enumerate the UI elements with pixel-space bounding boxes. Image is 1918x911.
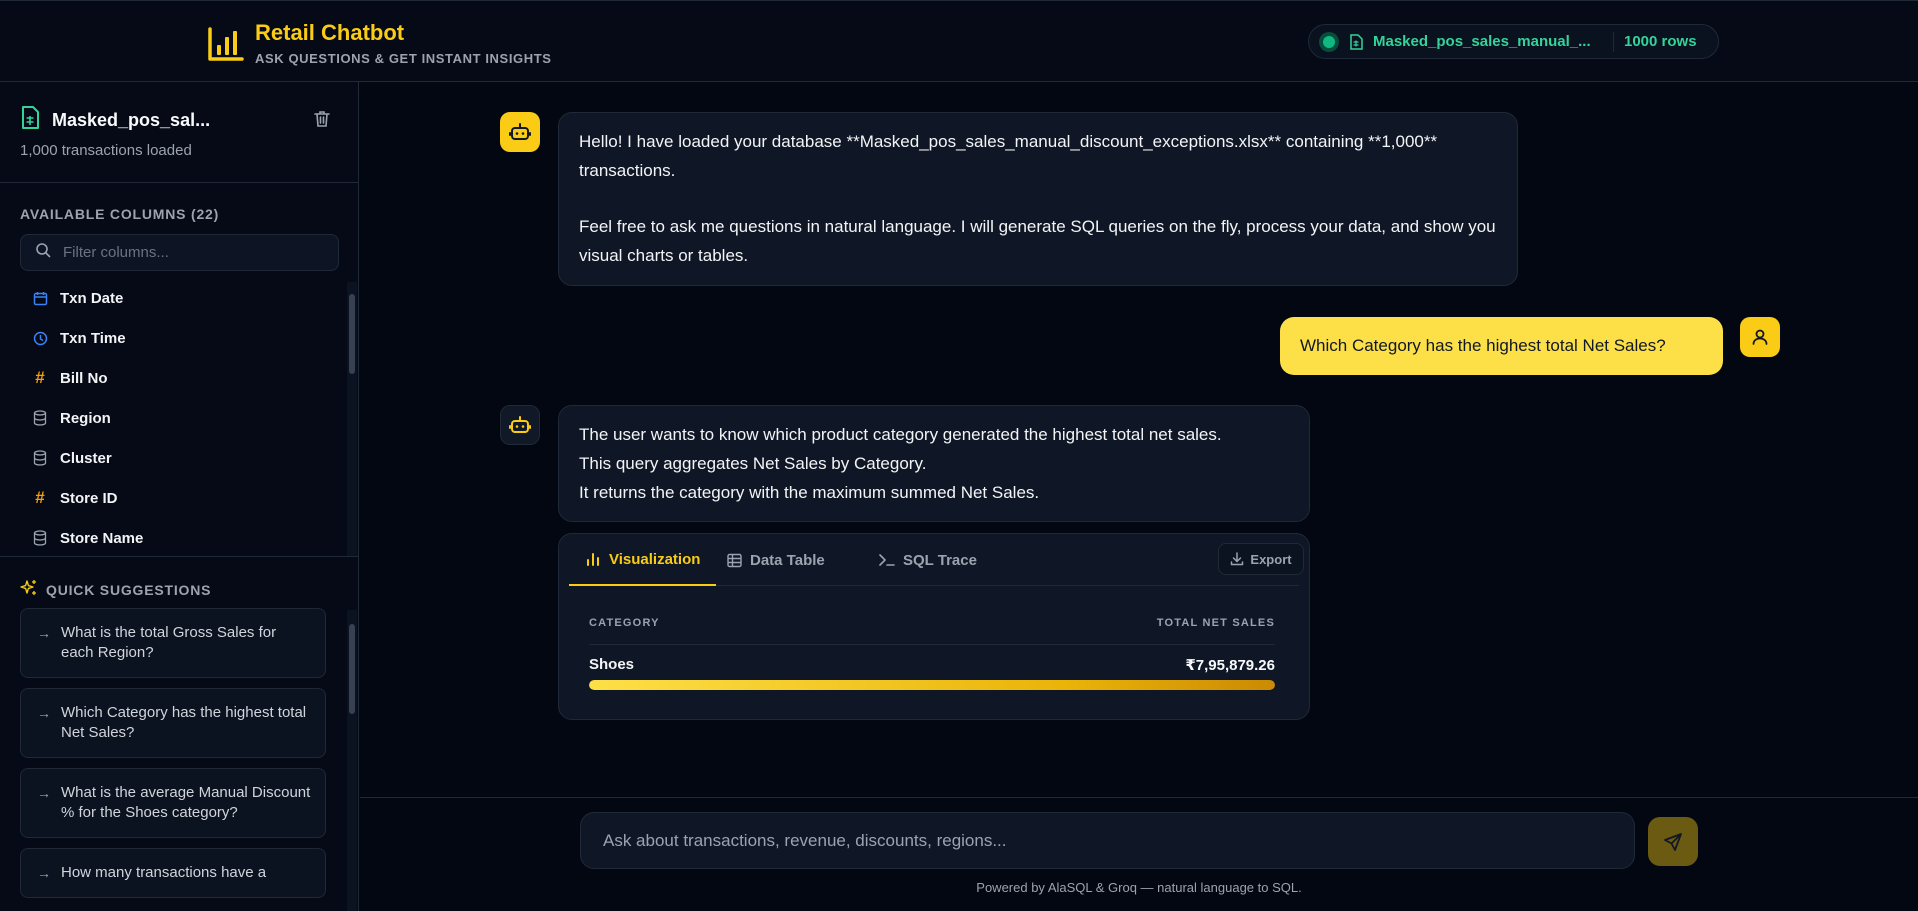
search-icon — [35, 242, 51, 263]
arrow-right-icon: → — [37, 705, 51, 721]
calendar-icon — [32, 291, 48, 306]
column-item[interactable]: # Store ID — [20, 478, 340, 518]
sparkles-icon — [20, 579, 38, 600]
app-subtitle: ASK QUESTIONS & GET INSTANT INSIGHTS — [255, 51, 552, 66]
result-card: Visualization Data Table SQL Trace Expor… — [558, 533, 1310, 720]
sidebar: Masked_pos_sal... 1,000 transactions loa… — [0, 82, 359, 911]
chart-logo-icon — [208, 27, 244, 61]
column-label: Store Name — [60, 529, 144, 547]
send-button[interactable] — [1648, 817, 1698, 866]
bot-icon — [509, 416, 531, 433]
app-title: Retail Chatbot — [255, 20, 405, 45]
suggestions-scrollbar[interactable] — [347, 610, 357, 911]
bot-welcome-message: Hello! I have loaded your database **Mas… — [558, 112, 1518, 286]
column-label: Store ID — [60, 489, 118, 507]
category-label: Shoes — [589, 656, 635, 673]
chat-input[interactable] — [601, 829, 1601, 852]
column-item[interactable]: Store Name — [20, 518, 340, 548]
app-header: Retail Chatbot ASK QUESTIONS & GET INSTA… — [0, 0, 1918, 82]
columns-scrollbar[interactable] — [347, 282, 357, 556]
divider — [0, 556, 359, 557]
spreadsheet-file-icon — [1349, 33, 1363, 50]
database-icon — [32, 450, 48, 466]
filter-columns-input[interactable] — [61, 243, 321, 262]
divider — [0, 182, 359, 183]
column-label: Cluster — [60, 449, 112, 467]
divider — [360, 797, 1918, 798]
column-list: Txn Date Txn Time # Bill No Region Clust… — [20, 278, 340, 548]
user-avatar — [1740, 317, 1780, 357]
clock-icon — [32, 331, 48, 346]
status-dot-icon — [1323, 35, 1335, 48]
tab-visualization[interactable]: Visualization — [569, 534, 717, 586]
arrow-right-icon: → — [37, 785, 51, 801]
column-header-total-net-sales: TOTAL NET SALES — [1156, 617, 1275, 629]
suggestions-list: → What is the total Gross Sales for each… — [20, 608, 326, 911]
arrow-right-icon: → — [37, 625, 51, 641]
database-name: Masked_pos_sales_manual_... — [1373, 33, 1591, 50]
loaded-file: Masked_pos_sal... — [20, 106, 210, 135]
database-status-pill[interactable]: Masked_pos_sales_manual_... 1000 rows — [1308, 24, 1719, 59]
transactions-loaded: 1,000 transactions loaded — [20, 142, 192, 159]
column-header-category: CATEGORY — [589, 617, 660, 629]
divider — [1613, 31, 1614, 52]
user-message: Which Category has the highest total Net… — [1280, 317, 1723, 375]
spreadsheet-file-icon — [20, 106, 40, 135]
hash-icon: # — [35, 368, 45, 387]
hash-icon: # — [35, 488, 45, 507]
download-icon — [1230, 552, 1244, 566]
file-name: Masked_pos_sal... — [52, 110, 211, 130]
suggestion-button[interactable]: → What is the total Gross Sales for each… — [20, 608, 326, 678]
row-count: 1000 rows — [1624, 33, 1697, 50]
scrollbar-thumb[interactable] — [349, 294, 355, 374]
net-sales-value: ₹7,95,879.26 — [1185, 657, 1275, 674]
database-icon — [32, 530, 48, 546]
column-label: Bill No — [60, 369, 108, 387]
column-item[interactable]: Cluster — [20, 438, 340, 478]
suggestion-button[interactable]: → Which Category has the highest total N… — [20, 688, 326, 758]
column-label: Txn Time — [60, 329, 126, 347]
user-icon — [1752, 329, 1768, 345]
export-button[interactable]: Export — [1218, 543, 1304, 575]
divider — [589, 644, 1275, 645]
trash-icon[interactable] — [312, 109, 332, 134]
database-icon — [32, 410, 48, 426]
column-item[interactable]: Region — [20, 398, 340, 438]
table-icon — [727, 553, 742, 568]
footer-text: Powered by AlaSQL & Groq — natural langu… — [976, 880, 1302, 895]
column-label: Region — [60, 409, 111, 427]
send-icon — [1664, 832, 1682, 851]
chat-input-box[interactable] — [580, 812, 1635, 869]
bot-icon — [509, 123, 531, 140]
net-sales-bar — [589, 680, 1275, 690]
bar-chart-icon — [585, 551, 601, 567]
bot-answer-message: The user wants to know which product cat… — [558, 405, 1310, 522]
net-sales-bar-track — [589, 680, 1275, 690]
tab-data-table[interactable]: Data Table — [727, 534, 825, 586]
filter-columns-field[interactable] — [20, 234, 339, 271]
columns-heading: AVAILABLE COLUMNS (22) — [20, 206, 220, 222]
column-item[interactable]: Txn Date — [20, 278, 340, 318]
terminal-icon — [879, 553, 895, 567]
bot-avatar — [500, 112, 540, 152]
scrollbar-thumb[interactable] — [349, 624, 355, 714]
column-item[interactable]: Txn Time — [20, 318, 340, 358]
column-label: Txn Date — [60, 289, 124, 307]
bot-avatar — [500, 405, 540, 445]
result-tabs: Visualization Data Table SQL Trace Expor… — [569, 534, 1304, 586]
arrow-right-icon: → — [37, 865, 51, 881]
suggestion-button[interactable]: → What is the average Manual Discount % … — [20, 768, 326, 838]
column-item[interactable]: # Bill No — [20, 358, 340, 398]
tab-sql-trace[interactable]: SQL Trace — [879, 534, 977, 586]
suggestions-heading: QUICK SUGGESTIONS — [20, 579, 211, 600]
suggestion-button[interactable]: → How many transactions have a — [20, 848, 326, 898]
